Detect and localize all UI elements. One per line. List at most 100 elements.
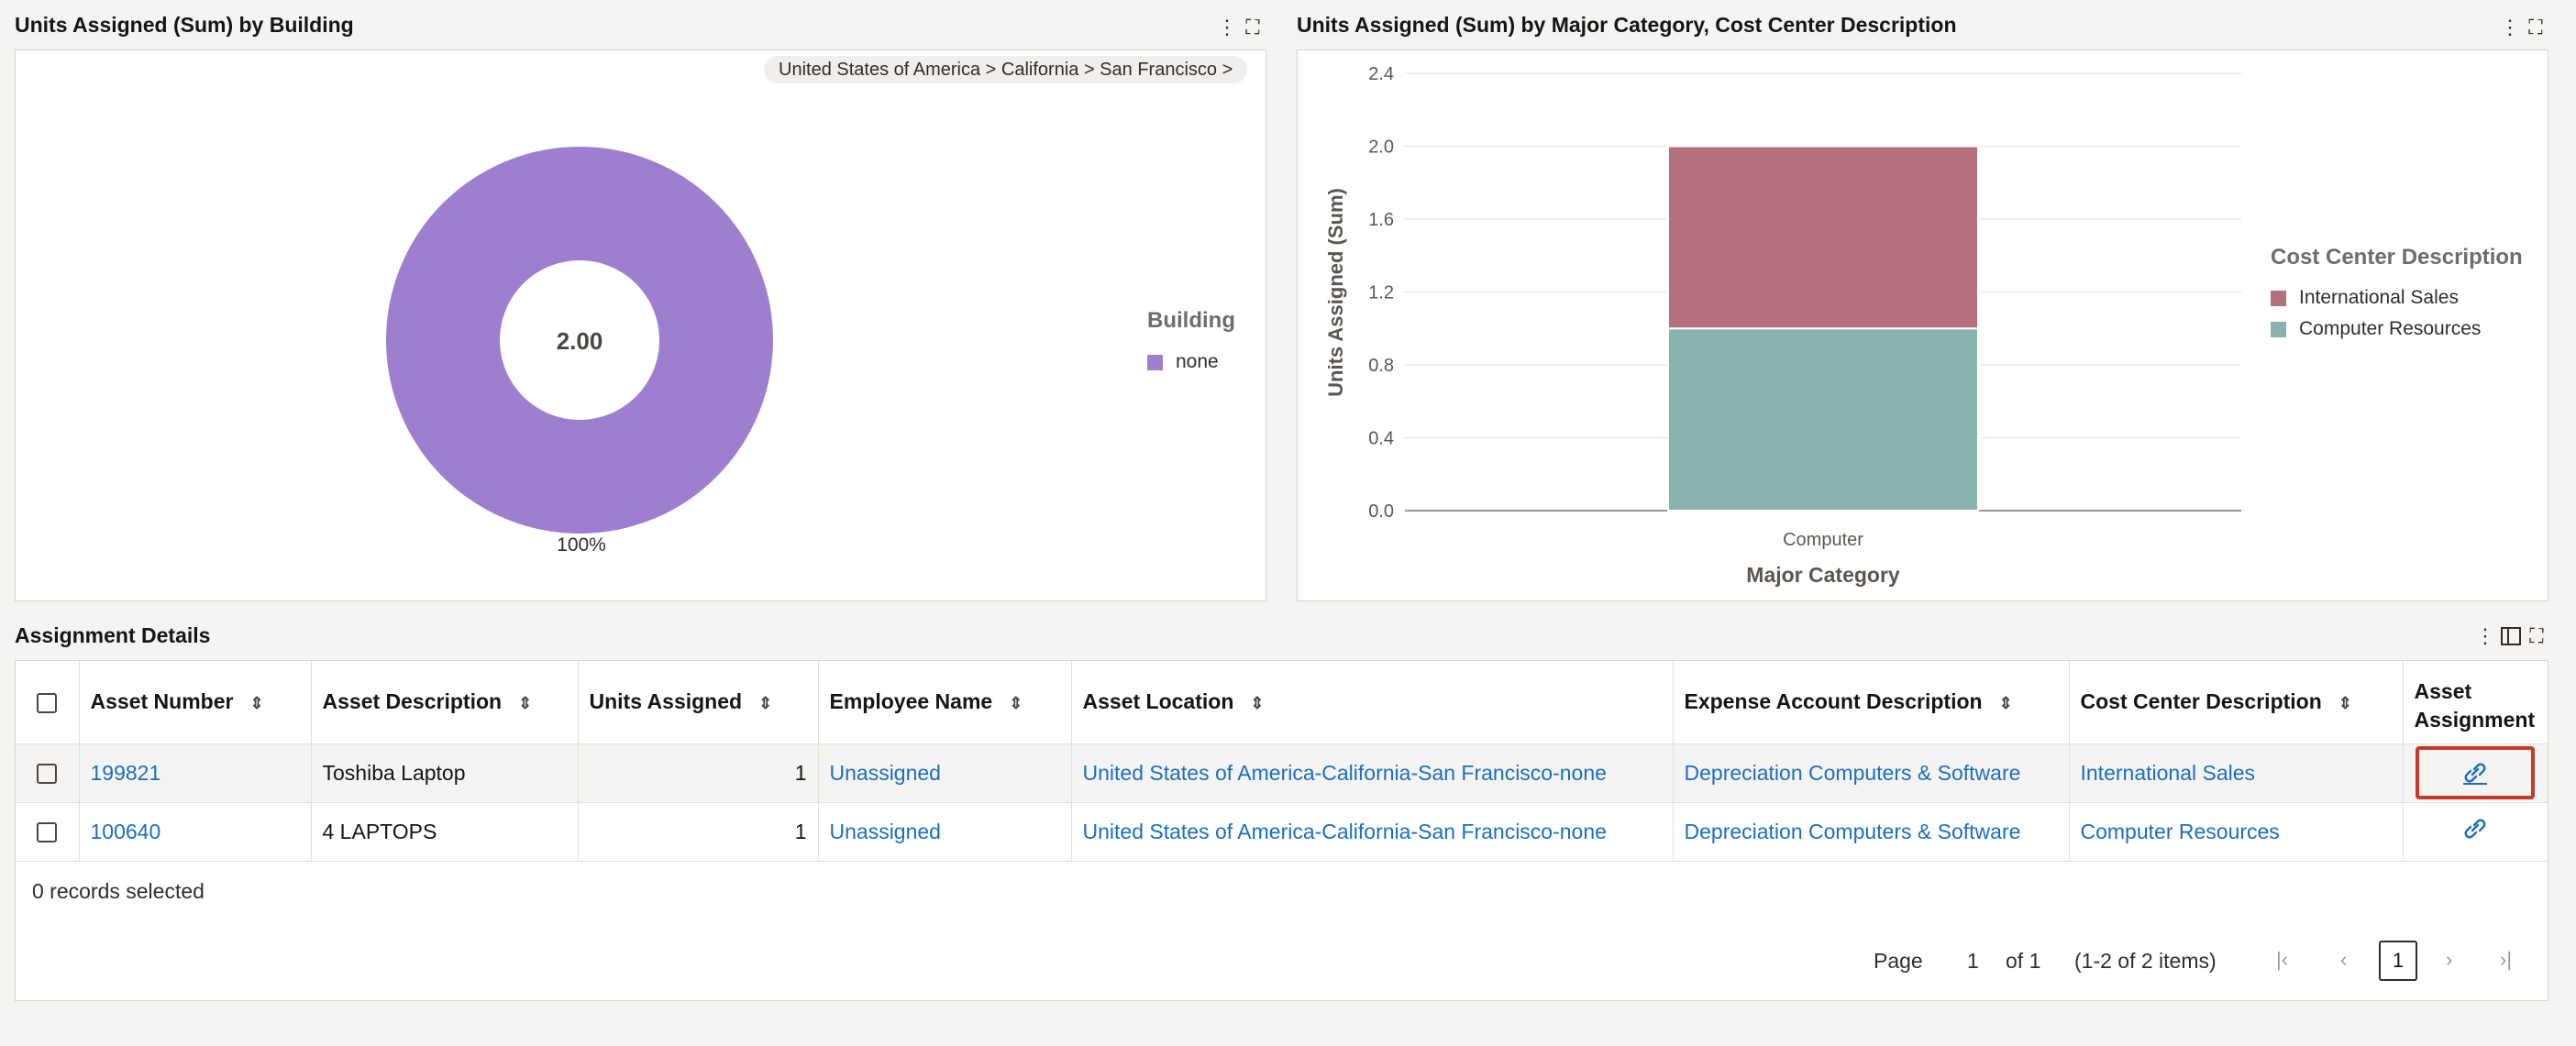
col-asset-assignment-label-1: Asset bbox=[2414, 678, 2472, 703]
sort-icon[interactable]: ⇕ bbox=[249, 694, 263, 713]
sort-icon[interactable]: ⇕ bbox=[758, 694, 772, 713]
col-asset-assignment: Asset Assignment bbox=[2403, 661, 2548, 744]
y-tick-label: 2.0 bbox=[1368, 138, 1394, 158]
select-all-checkbox[interactable] bbox=[37, 693, 58, 714]
bar-legend-label-2: Computer Resources bbox=[2299, 318, 2482, 339]
y-tick-label: 2.4 bbox=[1368, 64, 1394, 84]
donut-legend-title: Building bbox=[1147, 308, 1235, 333]
col-asset-assignment-label-2: Assignment bbox=[2414, 707, 2536, 732]
asset-number-link[interactable]: 199821 bbox=[91, 761, 161, 785]
donut-slice-label: 100% bbox=[557, 534, 606, 556]
col-cost-center-label: Cost Center Description bbox=[2080, 689, 2322, 714]
donut-panel-maximize-icon[interactable]: ⛶ bbox=[1242, 16, 1264, 39]
bar-legend-item-international-sales[interactable]: International Sales bbox=[2271, 287, 2459, 309]
asset-assignment-cell bbox=[2403, 802, 2548, 862]
link-icon bbox=[2463, 763, 2488, 785]
col-employee-name-label: Employee Name bbox=[829, 689, 993, 714]
link-icon[interactable] bbox=[2460, 816, 2491, 842]
col-units-assigned[interactable]: Units Assigned ⇕ bbox=[578, 661, 819, 744]
asset-assignment-cell bbox=[2403, 743, 2548, 803]
asset-description-cell: Toshiba Laptop bbox=[311, 743, 579, 803]
sort-icon[interactable]: ⇕ bbox=[518, 694, 532, 713]
asset-location-link[interactable]: United States of America-California-San … bbox=[1083, 761, 1607, 785]
employee-name-link[interactable]: Unassigned bbox=[830, 820, 941, 843]
col-asset-number[interactable]: Asset Number ⇕ bbox=[79, 661, 312, 744]
page-of-label: of 1 bbox=[2006, 949, 2041, 973]
current-page-number: 1 bbox=[2392, 949, 2405, 972]
y-tick-label: 0.4 bbox=[1368, 429, 1394, 449]
row-checkbox[interactable] bbox=[37, 822, 58, 843]
sort-icon[interactable]: ⇕ bbox=[2338, 694, 2352, 713]
donut-panel-menu-icon[interactable]: ⋮ bbox=[1216, 16, 1238, 39]
asset-assignment-link-button[interactable] bbox=[2416, 746, 2536, 799]
y-axis-title: Units Assigned (Sum) bbox=[1324, 188, 1347, 397]
expense-account-link[interactable]: Depreciation Computers & Software bbox=[1685, 820, 2021, 843]
first-page-icon[interactable]: |‹ bbox=[2276, 948, 2288, 972]
table-row[interactable]: 100640 4 LAPTOPS 1 Unassigned United Sta… bbox=[16, 802, 2548, 862]
x-tick-label: Computer bbox=[1783, 530, 1863, 550]
bar-segment-computer-resources[interactable] bbox=[1667, 327, 1979, 512]
expense-account-link[interactable]: Depreciation Computers & Software bbox=[1685, 761, 2021, 785]
page-label: Page bbox=[1874, 949, 1923, 973]
y-tick-label: 0.8 bbox=[1368, 356, 1394, 376]
row-select-cell bbox=[16, 802, 80, 862]
sort-icon[interactable]: ⇕ bbox=[1250, 694, 1264, 713]
col-cost-center[interactable]: Cost Center Description ⇕ bbox=[2069, 661, 2404, 744]
bar-panel-title: Units Assigned (Sum) by Major Category, … bbox=[1297, 13, 1957, 37]
page-items-label: (1-2 of 2 items) bbox=[2074, 949, 2217, 973]
x-axis-title: Major Category bbox=[1746, 563, 1900, 587]
records-selected-text: 0 records selected bbox=[32, 879, 205, 903]
units-assigned-cell: 1 bbox=[578, 743, 819, 803]
next-page-icon[interactable]: › bbox=[2446, 948, 2452, 972]
table-row[interactable]: 199821 Toshiba Laptop 1 Unassigned Unite… bbox=[16, 743, 2548, 803]
y-tick-label: 0.0 bbox=[1368, 501, 1394, 522]
asset-number-link[interactable]: 100640 bbox=[91, 820, 161, 843]
legend-swatch-computer-resources bbox=[2271, 321, 2286, 337]
bar-panel-menu-icon[interactable]: ⋮ bbox=[2499, 16, 2521, 39]
last-page-icon[interactable]: ›| bbox=[2500, 948, 2512, 972]
cost-center-link[interactable]: Computer Resources bbox=[2081, 820, 2280, 843]
bar-legend-label-1: International Sales bbox=[2299, 287, 2459, 308]
legend-swatch-international-sales bbox=[2271, 290, 2286, 306]
donut-chart: 2.00 100% bbox=[386, 147, 773, 556]
cost-center-link[interactable]: International Sales bbox=[2081, 761, 2256, 785]
current-page-button[interactable]: 1 bbox=[2379, 941, 2417, 981]
row-select-cell bbox=[16, 743, 80, 803]
donut-legend-item[interactable]: none bbox=[1147, 351, 1219, 373]
col-asset-location-label: Asset Location bbox=[1082, 689, 1234, 714]
page-value: 1 bbox=[1967, 949, 1979, 973]
row-checkbox[interactable] bbox=[37, 764, 58, 785]
table-columns-icon[interactable] bbox=[2500, 625, 2522, 647]
legend-swatch-none bbox=[1147, 354, 1163, 370]
table-header-row: Asset Number ⇕ Asset Description ⇕ Units A… bbox=[16, 661, 2548, 744]
previous-page-icon[interactable]: ‹ bbox=[2340, 948, 2347, 972]
select-all-header bbox=[16, 661, 80, 744]
sort-icon[interactable]: ⇕ bbox=[1999, 694, 2013, 713]
units-assigned-cell: 1 bbox=[578, 802, 819, 862]
bar-panel-maximize-icon[interactable]: ⛶ bbox=[2525, 16, 2547, 39]
sort-icon[interactable]: ⇕ bbox=[1009, 694, 1023, 713]
y-tick-label: 1.6 bbox=[1368, 210, 1394, 230]
col-asset-description[interactable]: Asset Description ⇕ bbox=[311, 661, 579, 744]
asset-description-cell: 4 LAPTOPS bbox=[311, 802, 579, 862]
col-employee-name[interactable]: Employee Name ⇕ bbox=[818, 661, 1072, 744]
bar-segment-international-sales[interactable] bbox=[1667, 145, 1979, 330]
employee-name-link[interactable]: Unassigned bbox=[830, 761, 941, 785]
col-expense-account[interactable]: Expense Account Description ⇕ bbox=[1673, 661, 2070, 744]
col-expense-account-label: Expense Account Description bbox=[1684, 689, 1983, 714]
asset-location-link[interactable]: United States of America-California-San … bbox=[1083, 820, 1607, 843]
drill-breadcrumb[interactable]: United States of America > California > … bbox=[764, 56, 1248, 83]
table-maximize-icon[interactable]: ⛶ bbox=[2526, 624, 2548, 647]
assignment-table: Asset Number ⇕ Asset Description ⇕ Units A… bbox=[16, 661, 2548, 862]
col-asset-description-label: Asset Description bbox=[322, 689, 503, 714]
col-units-assigned-label: Units Assigned bbox=[589, 689, 743, 714]
donut-panel-title: Units Assigned (Sum) by Building bbox=[15, 13, 354, 37]
bar-legend-item-computer-resources[interactable]: Computer Resources bbox=[2271, 318, 2481, 340]
y-tick-label: 1.2 bbox=[1368, 283, 1394, 303]
col-asset-location[interactable]: Asset Location ⇕ bbox=[1071, 661, 1674, 744]
donut-legend-label: none bbox=[1176, 351, 1219, 372]
donut-center-value: 2.00 bbox=[557, 327, 603, 355]
bar-legend-title: Cost Center Description bbox=[2271, 245, 2523, 270]
table-section-title: Assignment Details bbox=[15, 623, 211, 647]
table-menu-icon[interactable]: ⋮ bbox=[2474, 624, 2496, 647]
